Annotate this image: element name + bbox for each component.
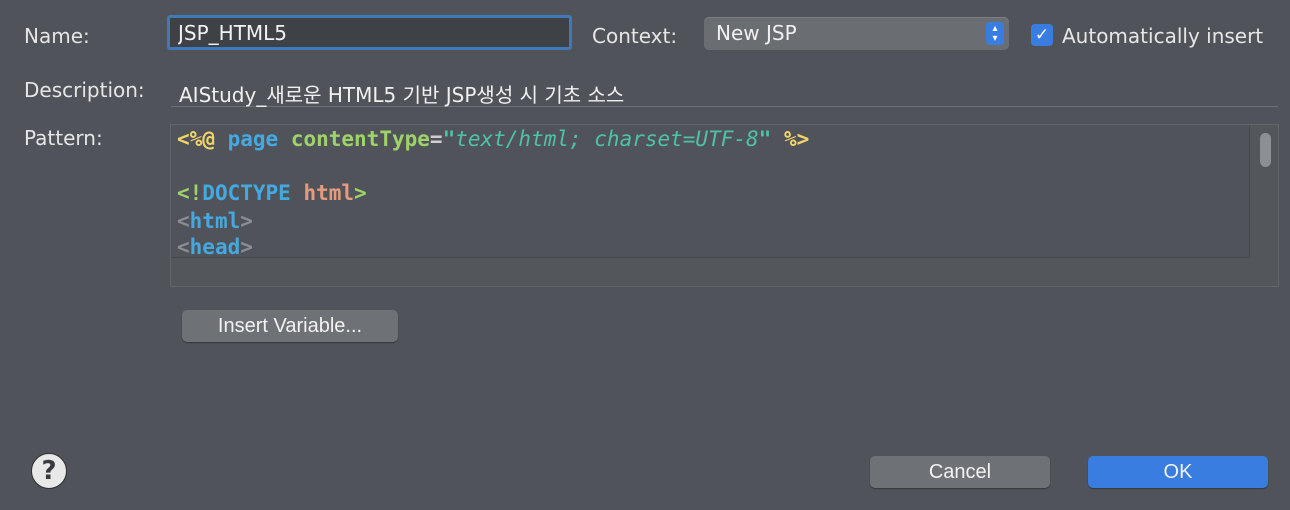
context-select[interactable]: New JSP ▴ ▾ (704, 17, 1009, 50)
description-value: AIStudy_새로운 HTML5 기반 JSP생성 시 기초 소스 (179, 83, 625, 107)
code-token: " (758, 127, 772, 151)
question-mark-icon: ? (41, 456, 57, 486)
name-input[interactable] (167, 15, 572, 50)
code-token: < (177, 209, 190, 233)
auto-insert-checkbox[interactable]: ✓ (1031, 24, 1053, 46)
code-token: > (354, 181, 367, 205)
pattern-box: <%@ page contentType="text/html; charset… (170, 124, 1279, 287)
up-down-chevron-icon: ▴ ▾ (986, 22, 1004, 45)
code-token: page (227, 127, 279, 151)
code-token: < (177, 235, 190, 258)
code-token: <! (177, 181, 203, 205)
code-token: > (240, 209, 253, 233)
code-line: <html> (177, 209, 253, 233)
code-token: <%@ (177, 127, 215, 151)
code-token: DOCTYPE (202, 181, 291, 205)
code-token: contentType (290, 127, 430, 151)
pattern-label: Pattern: (24, 126, 103, 150)
auto-insert-label[interactable]: Automatically insert (1062, 24, 1263, 48)
code-token: head (189, 235, 241, 258)
code-line: <%@ page contentType="text/html; charset… (177, 127, 809, 151)
code-token: = (429, 127, 443, 151)
ok-button[interactable]: OK (1088, 456, 1268, 488)
cancel-button[interactable]: Cancel (870, 456, 1050, 488)
context-value: New JSP (716, 21, 797, 45)
code-line: <!DOCTYPE html> (177, 181, 367, 205)
help-button[interactable]: ? (31, 453, 67, 489)
insert-variable-button[interactable]: Insert Variable... (182, 310, 398, 342)
description-label: Description: (24, 78, 145, 102)
description-field[interactable]: AIStudy_새로운 HTML5 기반 JSP생성 시 기초 소스 (171, 75, 1278, 107)
code-token: %> (783, 127, 810, 151)
context-label: Context: (592, 24, 678, 48)
name-label: Name: (24, 24, 90, 48)
code-token: text/html; charset=UTF-8 (455, 127, 759, 151)
code-token: " (442, 127, 456, 151)
code-token: html (303, 181, 355, 205)
code-token: html (189, 209, 241, 233)
pattern-scrollbar[interactable] (1260, 133, 1271, 167)
checkmark-icon: ✓ (1034, 25, 1050, 45)
code-line: <head> (177, 235, 253, 258)
pattern-editor[interactable]: <%@ page contentType="text/html; charset… (171, 125, 1250, 258)
code-token: > (240, 235, 253, 258)
